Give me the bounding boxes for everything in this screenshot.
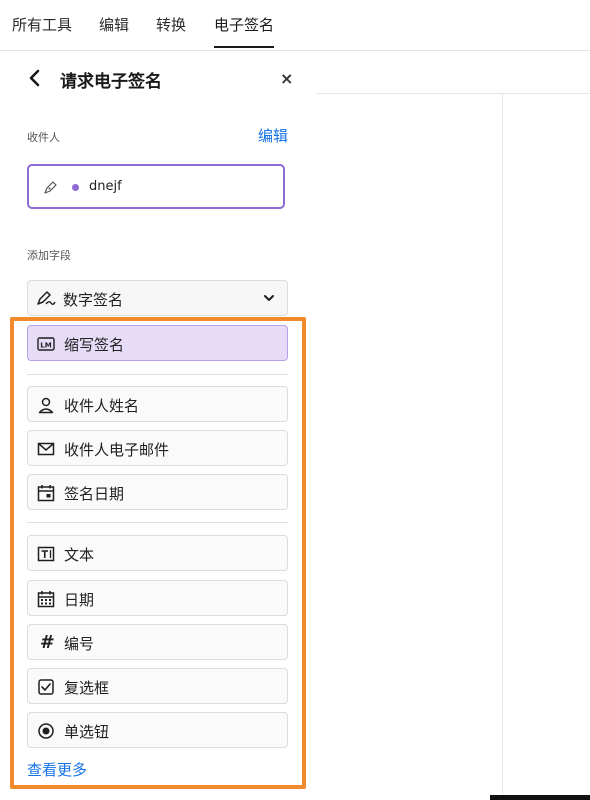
tab-e-sign[interactable]: 电子签名 [214,14,274,35]
field-label: 编号 [64,635,95,653]
request-esign-panel: 请求电子签名 × 收件人 编辑 dnejf 添加字段 数字签名 LM 缩写签名 [0,51,317,800]
text-field-icon [37,546,55,562]
close-button[interactable]: × [280,69,293,88]
active-tab-indicator [214,46,274,48]
field-recipient-name[interactable]: 收件人姓名 [27,386,288,422]
recipient-card[interactable]: dnejf [27,164,285,209]
canvas-top-border [316,93,590,94]
recipient-color-dot [72,184,79,191]
section-divider [27,522,288,523]
edit-recipients-link[interactable]: 编辑 [258,125,288,146]
initials-icon: LM [37,337,55,351]
field-label: 日期 [64,591,95,609]
recipients-label: 收件人 [27,131,60,144]
field-date[interactable]: 日期 [27,580,288,616]
pen-icon [44,181,57,194]
signature-type-dropdown[interactable]: 数字签名 [27,280,288,316]
section-divider [27,374,288,375]
tab-convert[interactable]: 转换 [156,14,186,35]
mail-icon [37,442,55,456]
calendar-icon [37,591,55,608]
field-date-signed[interactable]: 签名日期 [27,474,288,510]
see-more-link[interactable]: 查看更多 [27,759,87,780]
chevron-down-icon [264,295,274,301]
person-icon [38,397,54,414]
field-initials[interactable]: LM 缩写签名 [27,325,288,361]
field-label: 缩写签名 [64,336,125,354]
tab-edit[interactable]: 编辑 [99,14,129,35]
field-label: 收件人姓名 [64,397,140,415]
field-label: 签名日期 [64,485,125,503]
panel-title: 请求电子签名 [60,72,162,92]
field-checkbox[interactable]: 复选框 [27,668,288,704]
radio-icon [38,723,54,739]
field-recipient-email[interactable]: 收件人电子邮件 [27,430,288,466]
add-fields-label: 添加字段 [27,249,71,262]
canvas-bottom-bar [490,795,590,800]
field-label: 收件人电子邮件 [64,441,170,459]
field-label: 单选钮 [64,723,110,741]
svg-text:LM: LM [40,341,51,349]
field-label: 文本 [64,546,95,564]
checkbox-icon [38,679,54,695]
hash-icon: # [39,632,53,653]
calendar-signed-icon [37,485,55,502]
page-edge [502,94,503,800]
back-arrow-icon[interactable] [26,69,44,87]
document-canvas[interactable] [316,51,590,800]
recipient-name: dnejf [89,179,122,194]
top-navigation: 所有工具 编辑 转换 电子签名 [0,0,590,51]
field-radio[interactable]: 单选钮 [27,712,288,748]
field-text[interactable]: 文本 [27,535,288,571]
field-number[interactable]: # 编号 [27,624,288,660]
field-label: 复选框 [64,679,110,697]
tab-all-tools[interactable]: 所有工具 [12,14,72,35]
dropdown-selected-value: 数字签名 [63,291,124,309]
signature-pen-icon [37,291,56,305]
